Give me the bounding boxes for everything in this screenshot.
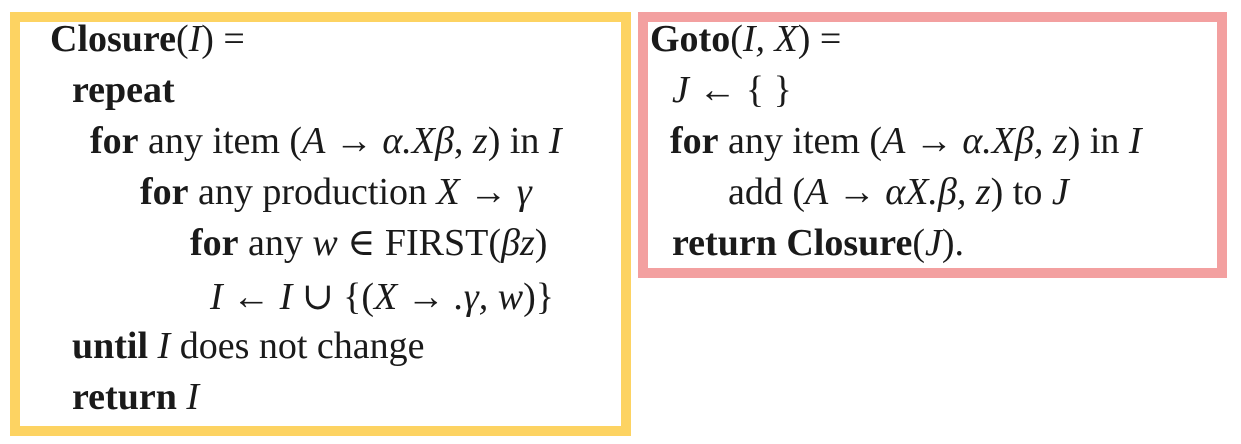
for-keyword: for: [190, 222, 239, 264]
var-i: I: [210, 276, 223, 318]
var-i: I: [548, 120, 562, 162]
var-w: w: [312, 222, 338, 264]
goto-heading-suffix: ) =: [797, 18, 842, 60]
for-item-prefix: any item (: [728, 120, 883, 162]
arrow-symbol: →: [334, 120, 373, 162]
union-symbol: ∪ {(: [301, 276, 375, 318]
closure-repeat-line: repeat: [72, 71, 175, 109]
var-i: I: [1128, 120, 1142, 162]
goto-init-line: J ← { }: [672, 71, 792, 109]
closure-assign-line: I ← I ∪ {(X → .γ, w)}: [210, 278, 554, 316]
var-x: X: [436, 171, 460, 213]
var-beta-z: βz: [501, 222, 535, 264]
goto-args: I, X: [742, 18, 798, 60]
var-gamma: γ: [516, 171, 532, 213]
arrow-symbol: →: [469, 171, 508, 213]
return-keyword: return: [72, 376, 177, 418]
var-j: J: [672, 69, 689, 111]
goto-fn-name: Goto: [650, 18, 731, 60]
var-dot-gamma: .γ,: [454, 276, 489, 318]
closure-for-w-line: for any w ∈ FIRST(βz): [190, 224, 547, 262]
repeat-keyword: repeat: [72, 69, 175, 111]
arrow-symbol: →: [406, 276, 445, 318]
var-x: X: [374, 276, 398, 318]
var-w: w: [497, 276, 524, 318]
closure-heading-suffix: ) =: [201, 18, 245, 60]
for-keyword: for: [90, 120, 139, 162]
var-alpha-x-dot-beta: αX.β,: [885, 171, 967, 213]
until-keyword: until: [72, 325, 149, 367]
var-z: z: [1052, 120, 1068, 162]
closure-return-line: return I: [72, 378, 199, 416]
closure-for-production-line: for any production X → γ: [140, 173, 532, 211]
close-paren-dot: ).: [941, 222, 964, 264]
goto-return-line: return Closure(J).: [672, 222, 964, 264]
arrow-symbol: →: [837, 171, 876, 213]
add-prefix: add (: [728, 171, 806, 213]
left-arrow-symbol: ←: [232, 276, 271, 318]
var-x-beta: Xβ: [411, 120, 454, 162]
var-z: z: [472, 120, 488, 162]
arrow-symbol: →: [914, 120, 953, 162]
to-keyword: ) to: [990, 171, 1043, 213]
var-j: J: [924, 222, 942, 264]
close-paren: ): [534, 222, 548, 264]
in-keyword: ) in: [1067, 120, 1120, 162]
var-a: A: [882, 120, 906, 162]
var-i: I: [279, 276, 293, 318]
var-a: A: [805, 171, 829, 213]
closure-heading: Closure(I) =: [50, 18, 245, 60]
goto-for-item-line: for any item (A → α.Xβ, z) in I: [670, 122, 1142, 160]
element-of-first: ∈ FIRST(: [347, 222, 502, 264]
var-a: A: [302, 120, 326, 162]
close-set: )}: [523, 276, 555, 318]
in-keyword: ) in: [487, 120, 540, 162]
empty-set: { }: [745, 69, 792, 111]
for-keyword: for: [140, 171, 189, 213]
var-i: I: [157, 325, 171, 367]
closure-for-item-line: for any item (A → α.Xβ, z) in I: [90, 120, 562, 162]
var-z: z: [975, 171, 991, 213]
left-arrow-symbol: ←: [698, 69, 737, 111]
var-i: I: [186, 376, 199, 418]
return-keyword: return: [672, 222, 777, 264]
var-alpha: α.: [382, 120, 412, 162]
closure-call-name: Closure: [786, 222, 913, 264]
for-production-prefix: any production: [198, 171, 428, 213]
any-text: any: [248, 222, 303, 264]
for-keyword: for: [670, 120, 719, 162]
var-j: J: [1051, 171, 1069, 213]
closure-fn-name: Closure: [50, 18, 176, 60]
var-x-beta: Xβ,: [991, 120, 1044, 162]
for-item-prefix: any item (: [148, 120, 303, 162]
closure-until-line: until I does not change: [72, 327, 425, 365]
var-alpha: α.: [962, 120, 992, 162]
goto-heading: Goto(I, X) =: [650, 18, 842, 60]
until-condition-text: does not change: [179, 325, 425, 367]
goto-add-line: add (A → αX.β, z) to J: [728, 173, 1069, 211]
closure-arg: I: [188, 18, 202, 60]
